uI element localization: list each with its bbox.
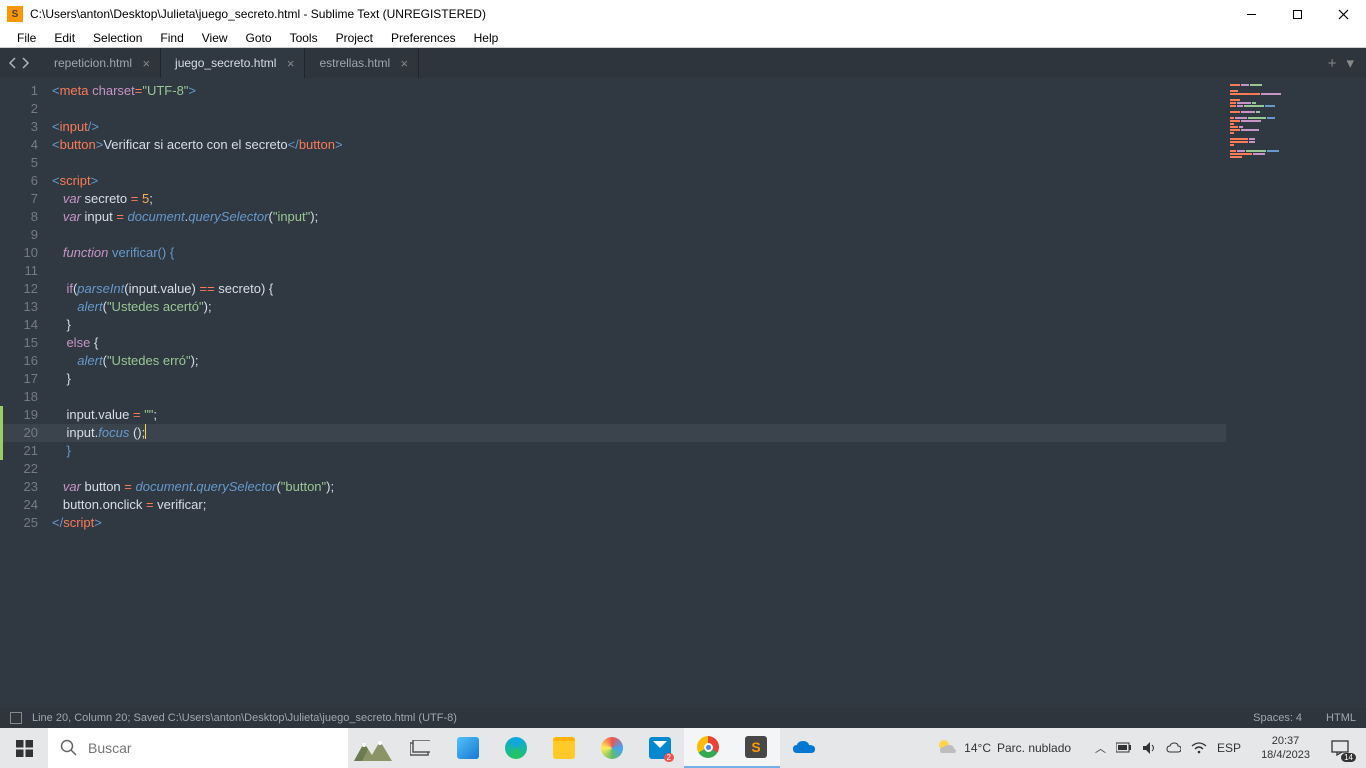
menu-project[interactable]: Project xyxy=(327,31,382,45)
wifi-icon[interactable] xyxy=(1191,742,1207,754)
volume-icon[interactable] xyxy=(1142,741,1156,755)
editor[interactable]: 1234567891011121314151617181920212223242… xyxy=(0,78,1366,708)
system-tray[interactable]: ︿ ESP xyxy=(1085,740,1251,756)
chrome-icon[interactable] xyxy=(684,728,732,768)
menu-find[interactable]: Find xyxy=(151,31,192,45)
task-view-button[interactable] xyxy=(396,728,444,768)
app-logo-icon: S xyxy=(7,6,23,22)
tray-chevron-up-icon[interactable]: ︿ xyxy=(1095,740,1106,756)
windows-taskbar: Buscar 2 S 14°C Parc. nublado ︿ ESP 20:3… xyxy=(0,728,1366,768)
taskbar-mountains-icon[interactable] xyxy=(348,728,396,768)
search-icon xyxy=(60,739,78,757)
battery-icon[interactable] xyxy=(1116,742,1132,754)
taskbar-clock[interactable]: 20:37 18/4/2023 xyxy=(1251,734,1320,762)
microsoft-store-icon[interactable] xyxy=(444,728,492,768)
menu-tools[interactable]: Tools xyxy=(281,31,327,45)
code-area[interactable]: <meta charset="UTF-8"> <input/><button>V… xyxy=(52,78,1226,708)
mail-icon[interactable]: 2 xyxy=(636,728,684,768)
tab-bar: repeticion.html× juego_secreto.html× est… xyxy=(0,48,1366,78)
sublime-text-icon[interactable]: S xyxy=(732,728,780,768)
menu-selection[interactable]: Selection xyxy=(84,31,151,45)
window-title: C:\Users\anton\Desktop\Julieta\juego_sec… xyxy=(30,7,1228,21)
onedrive-tray-icon[interactable] xyxy=(1166,742,1181,754)
close-button[interactable] xyxy=(1320,0,1366,28)
close-tab-icon[interactable]: × xyxy=(401,57,409,70)
status-spaces[interactable]: Spaces: 4 xyxy=(1253,712,1302,724)
close-tab-icon[interactable]: × xyxy=(287,57,295,70)
taskbar-search[interactable]: Buscar xyxy=(48,728,348,768)
panel-switcher-icon[interactable] xyxy=(10,712,22,724)
copilot-icon[interactable] xyxy=(588,728,636,768)
status-bar: Line 20, Column 20; Saved C:\Users\anton… xyxy=(0,708,1366,728)
line-gutter: 1234567891011121314151617181920212223242… xyxy=(0,78,52,708)
new-tab-button[interactable]: + xyxy=(1328,55,1337,72)
tab-juego-secreto[interactable]: juego_secreto.html× xyxy=(161,48,305,78)
maximize-button[interactable] xyxy=(1274,0,1320,28)
start-button[interactable] xyxy=(0,728,48,768)
search-placeholder: Buscar xyxy=(88,740,132,756)
window-titlebar: S C:\Users\anton\Desktop\Julieta\juego_s… xyxy=(0,0,1366,28)
keyboard-language[interactable]: ESP xyxy=(1217,741,1241,755)
weather-icon xyxy=(936,737,958,759)
notification-center-button[interactable]: 14 xyxy=(1320,728,1360,768)
menu-edit[interactable]: Edit xyxy=(45,31,84,45)
weather-widget[interactable]: 14°C Parc. nublado xyxy=(922,737,1085,759)
close-tab-icon[interactable]: × xyxy=(142,57,150,70)
tab-estrellas[interactable]: estrellas.html× xyxy=(305,48,419,78)
minimap[interactable] xyxy=(1226,78,1366,708)
menu-view[interactable]: View xyxy=(193,31,237,45)
tab-menu-button[interactable]: ▾ xyxy=(1346,54,1354,72)
edge-icon[interactable] xyxy=(492,728,540,768)
tab-repeticion[interactable]: repeticion.html× xyxy=(40,48,161,78)
menu-preferences[interactable]: Preferences xyxy=(382,31,465,45)
menu-file[interactable]: File xyxy=(8,31,45,45)
menu-goto[interactable]: Goto xyxy=(237,31,281,45)
file-explorer-icon[interactable] xyxy=(540,728,588,768)
onedrive-icon[interactable] xyxy=(780,728,828,768)
minimize-button[interactable] xyxy=(1228,0,1274,28)
status-left: Line 20, Column 20; Saved C:\Users\anton… xyxy=(32,712,457,724)
menu-bar: File Edit Selection Find View Goto Tools… xyxy=(0,28,1366,48)
tab-nav-arrows[interactable] xyxy=(0,48,40,78)
status-language[interactable]: HTML xyxy=(1326,712,1356,724)
menu-help[interactable]: Help xyxy=(465,31,508,45)
